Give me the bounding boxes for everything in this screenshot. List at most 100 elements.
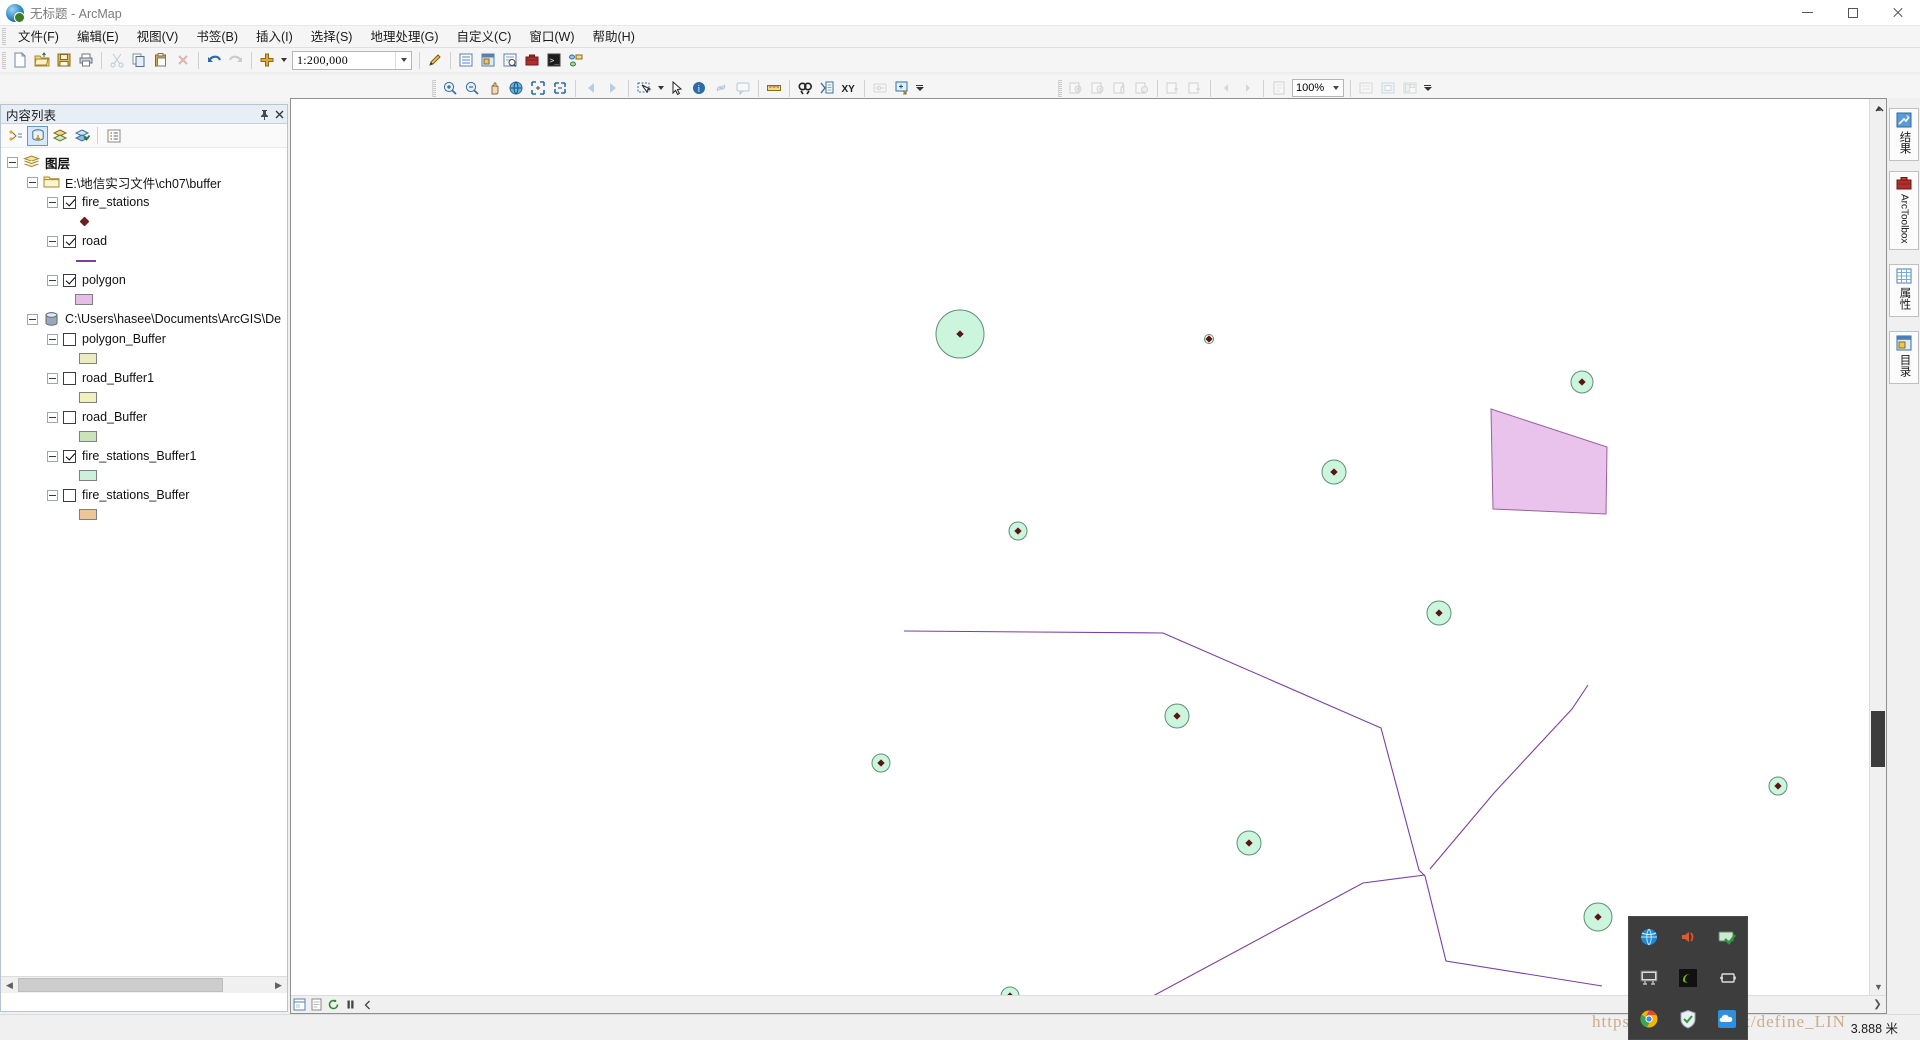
layout-forward-button[interactable] — [1237, 78, 1259, 99]
layout-toolbar-grip[interactable] — [1058, 79, 1062, 97]
editor-toolbar-button[interactable] — [424, 50, 446, 71]
undo-button[interactable] — [203, 50, 225, 71]
layout-zoom-combo[interactable]: 100% — [1292, 79, 1344, 97]
layer-visibility-checkbox[interactable] — [63, 449, 76, 463]
scroll-left-icon[interactable]: ◀ — [1, 977, 18, 993]
battery-icon[interactable] — [1716, 967, 1738, 989]
find-button[interactable] — [794, 78, 816, 99]
tools-overflow-button[interactable] — [913, 78, 926, 99]
add-data-dropdown[interactable] — [278, 50, 289, 71]
right-panel-collapse-button[interactable] — [1872, 100, 1887, 118]
toc-layer-fire-stations-buffer[interactable]: fire_stations_Buffer — [1, 485, 287, 505]
toc-scroll-track[interactable] — [18, 977, 270, 993]
menu-file[interactable]: 文件(F) — [9, 27, 68, 47]
tab-arctoolbox[interactable]: ArcToolbox — [1889, 171, 1919, 251]
menu-insert[interactable]: 插入(I) — [247, 27, 302, 47]
focus-data-frame-button[interactable] — [1377, 78, 1399, 99]
toc-layer-polygon-buffer[interactable]: polygon_Buffer — [1, 329, 287, 349]
layer-visibility-checkbox[interactable] — [63, 488, 76, 502]
layout-fixed-zoom-in-button[interactable] — [1162, 78, 1184, 99]
layout-fixed-zoom-out-button[interactable] — [1184, 78, 1206, 99]
expander-icon[interactable] — [47, 235, 58, 247]
layout-back-button[interactable] — [1215, 78, 1237, 99]
expander-icon[interactable] — [27, 176, 38, 188]
options-tab[interactable] — [103, 126, 124, 146]
layer-visibility-checkbox[interactable] — [63, 332, 76, 346]
copy-button[interactable] — [128, 50, 150, 71]
map-scale-dropdown-arrow[interactable] — [395, 51, 411, 69]
menu-edit[interactable]: 编辑(E) — [68, 27, 128, 47]
layer-visibility-checkbox[interactable] — [63, 273, 76, 287]
toc-layer-polygon[interactable]: polygon — [1, 270, 287, 290]
menu-selection[interactable]: 选择(S) — [302, 27, 362, 47]
go-forward-extent-button[interactable] — [602, 78, 624, 99]
close-button[interactable] — [1875, 0, 1920, 26]
zoom-in-button[interactable] — [439, 78, 461, 99]
expander-icon[interactable] — [47, 450, 58, 462]
go-to-xy-button[interactable]: XY — [838, 78, 860, 99]
expander-icon[interactable] — [7, 156, 18, 168]
create-viewer-window-button[interactable] — [891, 78, 913, 99]
tab-results[interactable]: 结果 — [1889, 108, 1919, 161]
volume-icon[interactable] — [1677, 926, 1699, 948]
tools-toolbar-grip[interactable] — [432, 79, 436, 97]
zoom-out-button[interactable] — [461, 78, 483, 99]
toc-root-layers[interactable]: 图层 — [1, 152, 287, 172]
layout-view-button[interactable] — [308, 996, 325, 1013]
expander-icon[interactable] — [47, 411, 58, 423]
toc-layer-road[interactable]: road — [1, 231, 287, 251]
toc-symbol-road-buffer1[interactable] — [1, 388, 287, 407]
map-vscroll-thumb[interactable] — [1871, 711, 1885, 767]
measure-button[interactable] — [763, 78, 785, 99]
defender-icon[interactable] — [1677, 1008, 1699, 1030]
toc-layer-fire-stations[interactable]: fire_stations — [1, 192, 287, 212]
toc-group-geodatabase[interactable]: C:\Users\hasee\Documents\ArcGIS\De — [1, 309, 287, 329]
close-icon[interactable] — [272, 106, 287, 123]
layout-zoom-dropdown-arrow[interactable] — [1329, 86, 1343, 90]
toc-symbol-road[interactable] — [1, 251, 287, 270]
menu-view[interactable]: 视图(V) — [128, 27, 188, 47]
map-scale-combo[interactable]: 1:200,000 — [292, 50, 412, 70]
expander-icon[interactable] — [47, 333, 58, 345]
layout-zoom-whole-page-button[interactable] — [1268, 78, 1290, 99]
layer-visibility-checkbox[interactable] — [63, 195, 76, 209]
toc-symbol-polygon[interactable] — [1, 290, 287, 309]
print-button[interactable] — [75, 50, 97, 71]
scroll-down-icon[interactable]: ▼ — [1870, 978, 1887, 995]
data-view-button[interactable] — [291, 996, 308, 1013]
layout-overflow-button[interactable] — [1421, 78, 1434, 99]
layer-visibility-checkbox[interactable] — [63, 410, 76, 424]
arctoolbox-button[interactable] — [521, 50, 543, 71]
toc-symbol-fire-stations-buffer[interactable] — [1, 505, 287, 524]
layout-pan-button[interactable] — [1109, 78, 1131, 99]
hyperlink-button[interactable] — [710, 78, 732, 99]
scroll-right-button[interactable]: ❯ — [1869, 996, 1886, 1013]
search-window-button[interactable] — [499, 50, 521, 71]
tab-attributes[interactable]: 属性 — [1889, 264, 1919, 318]
cut-button[interactable] — [106, 50, 128, 71]
expander-icon[interactable] — [47, 274, 58, 286]
layer-visibility-checkbox[interactable] — [63, 371, 76, 385]
select-elements-button[interactable] — [666, 78, 688, 99]
chrome-icon[interactable] — [1638, 1008, 1660, 1030]
toc-group-folder[interactable]: E:\地信实习文件\ch07\buffer — [1, 172, 287, 192]
toc-scroll-thumb[interactable] — [18, 978, 223, 992]
standard-toolbar-grip[interactable] — [2, 51, 6, 69]
table-of-contents-button[interactable] — [455, 50, 477, 71]
map-vertical-scrollbar[interactable]: ▲ ▼ — [1869, 99, 1886, 995]
list-by-drawing-order-tab[interactable] — [27, 125, 48, 146]
security-shield-icon[interactable] — [1716, 926, 1738, 948]
toc-layer-road-buffer1[interactable]: road_Buffer1 — [1, 368, 287, 388]
save-button[interactable] — [53, 50, 75, 71]
time-slider-button[interactable] — [869, 78, 891, 99]
layout-full-extent-button[interactable] — [1131, 78, 1153, 99]
redo-button[interactable] — [225, 50, 247, 71]
pin-icon[interactable] — [257, 106, 272, 123]
minimize-button[interactable] — [1785, 0, 1830, 26]
fixed-zoom-out-button[interactable] — [549, 78, 571, 99]
go-back-extent-button[interactable] — [580, 78, 602, 99]
maximize-button[interactable] — [1830, 0, 1875, 26]
open-button[interactable] — [31, 50, 53, 71]
toc-layer-road-buffer[interactable]: road_Buffer — [1, 407, 287, 427]
find-route-button[interactable] — [816, 78, 838, 99]
